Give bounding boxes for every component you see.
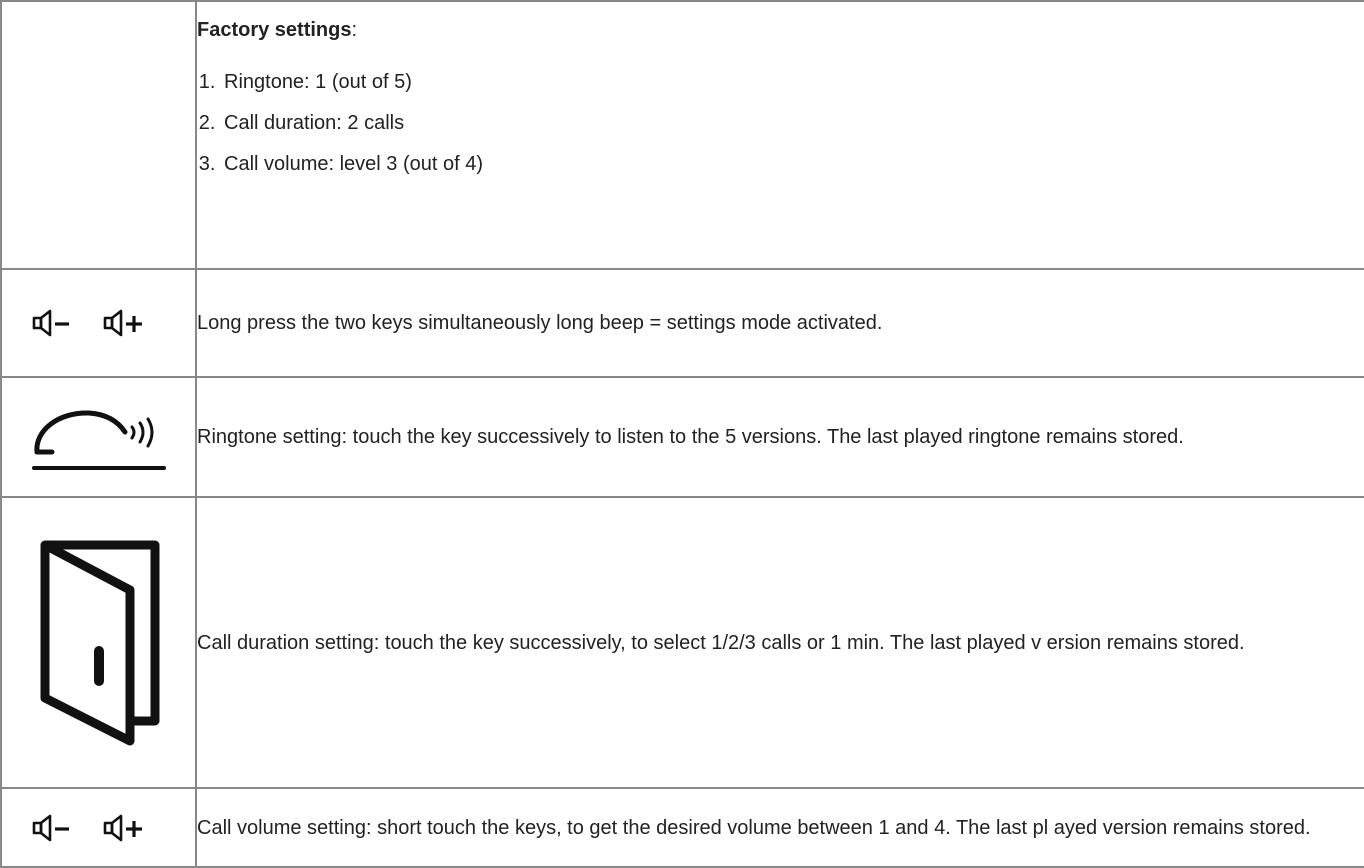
bell-ringtone-icon: [0, 376, 197, 498]
list-item: Call duration: 2 calls: [221, 109, 1364, 137]
ringtone-text: Ringtone setting: touch the key successi…: [195, 376, 1364, 498]
call-volume-text: Call volume setting: short touch the key…: [195, 787, 1364, 868]
settings-table: Factory settings: Ringtone: 1 (out of 5)…: [0, 0, 1364, 868]
factory-settings-title: Factory settings: [197, 19, 352, 41]
volume-keys-icon: [0, 268, 197, 378]
factory-settings-row: Factory settings: Ringtone: 1 (out of 5)…: [0, 0, 1364, 270]
empty-icon-cell: [0, 0, 197, 270]
settings-mode-text: Long press the two keys simultaneously l…: [195, 268, 1364, 378]
call-volume-row: Call volume setting: short touch the key…: [0, 787, 1364, 868]
settings-mode-row: Long press the two keys simultaneously l…: [0, 268, 1364, 378]
list-item: Ringtone: 1 (out of 5): [221, 68, 1364, 96]
volume-keys-icon: [0, 787, 197, 868]
factory-settings-cell: Factory settings: Ringtone: 1 (out of 5)…: [195, 0, 1364, 270]
factory-settings-list: Ringtone: 1 (out of 5) Call duration: 2 …: [197, 68, 1364, 178]
factory-settings-colon: :: [351, 19, 358, 41]
call-duration-text: Call duration setting: touch the key suc…: [195, 496, 1364, 789]
factory-settings-heading: Factory settings:: [197, 16, 1364, 44]
ringtone-row: Ringtone setting: touch the key successi…: [0, 376, 1364, 498]
list-item: Call volume: level 3 (out of 4): [221, 150, 1364, 178]
door-icon: [0, 496, 197, 789]
call-duration-row: Call duration setting: touch the key suc…: [0, 496, 1364, 789]
